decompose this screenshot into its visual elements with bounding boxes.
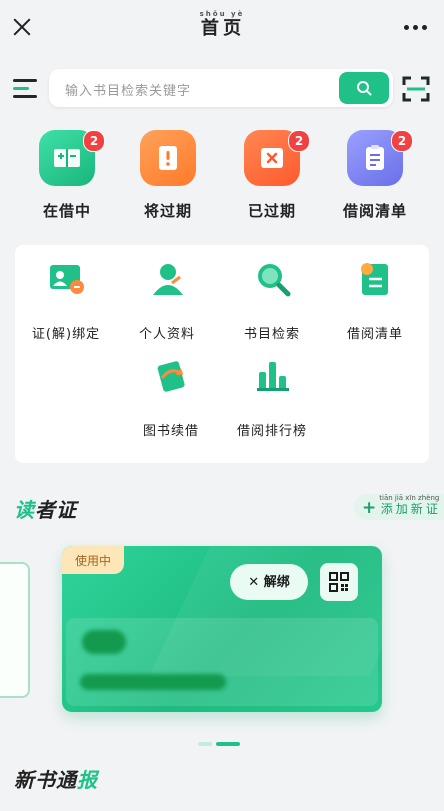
quick-link-borrowing[interactable]: 2 在借中: [17, 130, 107, 226]
reader-card-title-accent: 读: [14, 498, 35, 522]
page-title-pinyin: shǒu yè: [199, 10, 245, 18]
unbind-button[interactable]: ✕ 解绑: [230, 564, 308, 600]
person-icon: [153, 264, 183, 295]
reader-card-section-title: 读者证: [14, 494, 77, 523]
badge-borrow-list: 2: [391, 130, 413, 152]
badge-borrowing: 2: [83, 130, 105, 152]
service-label-ranking: 借阅排行榜: [236, 424, 307, 439]
quick-link-overdue[interactable]: 2 已过期: [222, 130, 312, 226]
services-card: 证(解)绑定 个人资料 书目检索 借阅清单 图书续借 借阅排行榜: [15, 245, 429, 463]
plus-icon: +: [362, 498, 377, 518]
warning-book-icon: [159, 146, 177, 170]
tile-due-soon: [140, 130, 196, 186]
card-bind-icon: [50, 265, 84, 294]
add-card-button[interactable]: + 添加新证tiān jiā xīn zhèng: [354, 494, 444, 520]
service-label-borrow-list: 借阅清单: [346, 327, 403, 342]
clipboard-list-icon: [366, 145, 384, 170]
search-button[interactable]: [339, 72, 389, 104]
renew-book-icon: [157, 361, 185, 392]
badge-overdue: 2: [288, 130, 310, 152]
previous-card-peek[interactable]: [0, 562, 30, 698]
add-card-pinyin: tiān jiā xīn zhèng: [379, 494, 440, 502]
carousel-indicator: [198, 742, 240, 746]
search-box[interactable]: 输入书目检索关键字: [49, 69, 393, 107]
reader-card-title-rest: 者证: [35, 498, 77, 522]
scan-icon[interactable]: [402, 76, 430, 102]
page-title-text: 首页: [199, 18, 245, 39]
new-books-title-accent: 报: [77, 768, 98, 792]
carousel-dot-active[interactable]: [216, 742, 240, 746]
search-input[interactable]: 输入书目检索关键字: [65, 80, 191, 99]
service-label-card-bind: 证(解)绑定: [31, 327, 101, 342]
close-icon: ✕: [248, 575, 264, 590]
quick-label-overdue: 已过期: [247, 202, 296, 220]
unbind-label: 解绑: [263, 575, 290, 590]
new-books-section-title: 新书通报: [14, 764, 98, 793]
list-star-icon: [361, 263, 388, 295]
card-status-tag: 使用中: [62, 546, 124, 574]
menu-icon[interactable]: [13, 76, 39, 102]
service-label-catalog-search: 书目检索: [243, 327, 300, 342]
top-nav-bar: 首页shǒu yè: [0, 0, 444, 56]
expired-book-icon: [261, 148, 283, 168]
quick-link-due-soon[interactable]: 将过期: [118, 130, 208, 226]
quick-label-borrow-list: 借阅清单: [342, 202, 407, 220]
book-plus-icon: [54, 149, 80, 167]
carousel-dot[interactable]: [198, 742, 212, 746]
magnifier-icon: [258, 264, 291, 297]
service-label-profile: 个人资料: [138, 327, 195, 342]
service-label-renew: 图书续借: [142, 424, 199, 439]
add-card-label: 添加新证: [379, 502, 440, 516]
card-number-redacted: [80, 674, 226, 690]
new-books-title-rest: 新书通: [14, 768, 77, 792]
quick-link-borrow-list[interactable]: 2 借阅清单: [325, 130, 415, 226]
reader-card[interactable]: 使用中 ✕ 解绑: [62, 546, 382, 712]
quick-label-borrowing: 在借中: [42, 202, 91, 220]
bar-chart-icon: [257, 362, 289, 391]
more-options-icon[interactable]: [400, 18, 430, 36]
card-holder-name-redacted: [82, 630, 126, 654]
card-info-panel: [66, 618, 378, 706]
qr-code-button[interactable]: [320, 563, 358, 601]
search-icon: [357, 81, 372, 96]
quick-label-due-soon: 将过期: [143, 202, 192, 220]
qr-code-icon: [329, 572, 349, 592]
page-title: 首页shǒu yè: [0, 10, 444, 40]
